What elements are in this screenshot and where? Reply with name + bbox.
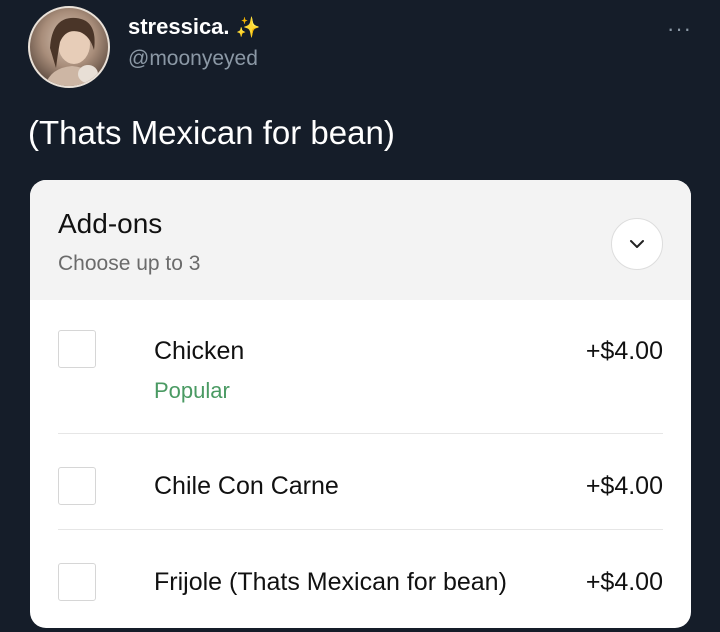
checkbox-frijole[interactable] — [58, 563, 96, 601]
tweet: stressica. ✨ @moonyeyed ··· (Thats Mexic… — [0, 0, 720, 632]
list-item[interactable]: Chicken Popular +$4.00 — [58, 300, 663, 434]
chevron-down-icon — [630, 240, 644, 248]
option-label: Frijole (Thats Mexican for bean) — [154, 568, 507, 596]
tweet-text: (Thats Mexican for bean) — [28, 114, 395, 151]
addons-title: Add-ons — [58, 208, 163, 239]
option-price: +$4.00 — [585, 472, 663, 500]
option-label: Chile Con Carne — [154, 472, 339, 500]
option-label: Chicken — [154, 337, 245, 365]
popular-badge: Popular — [154, 378, 230, 403]
checkbox-chile-con-carne[interactable] — [58, 467, 96, 505]
addons-header[interactable]: Add-ons Choose up to 3 — [30, 180, 691, 300]
list-item[interactable]: Frijole (Thats Mexican for bean) +$4.00 — [58, 530, 663, 626]
user-handle[interactable]: @moonyeyed — [128, 47, 260, 71]
option-price: +$4.00 — [585, 337, 663, 365]
list-item[interactable]: Chile Con Carne +$4.00 — [58, 434, 663, 530]
display-name[interactable]: stressica. ✨ — [128, 14, 260, 40]
checkbox-chicken[interactable] — [58, 330, 96, 368]
sparkles-icon: ✨ — [235, 16, 261, 39]
avatar[interactable] — [28, 6, 110, 88]
collapse-button[interactable] — [611, 218, 663, 270]
tweet-header: stressica. ✨ @moonyeyed — [28, 6, 260, 88]
display-name-text[interactable]: stressica. — [128, 14, 230, 40]
addons-card: Add-ons Choose up to 3 Chicken Popular +… — [30, 180, 691, 628]
addons-subtitle: Choose up to 3 — [58, 252, 201, 275]
more-options-icon[interactable]: ··· — [667, 16, 692, 42]
option-price: +$4.00 — [585, 568, 663, 596]
addons-options: Chicken Popular +$4.00 Chile Con Carne +… — [30, 300, 691, 626]
user-identity: stressica. ✨ @moonyeyed — [128, 14, 260, 71]
